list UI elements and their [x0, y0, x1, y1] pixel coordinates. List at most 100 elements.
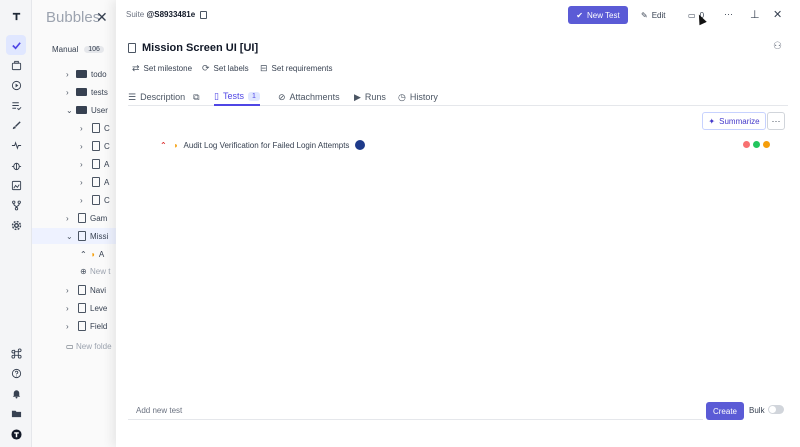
bulk-toggle[interactable]	[768, 405, 784, 414]
test-title[interactable]: Audit Log Verification for Failed Login …	[184, 141, 350, 150]
suite-id: @S8933481e	[146, 10, 196, 19]
chevron-right-icon[interactable]: ›	[66, 88, 76, 97]
edit-label: Edit	[651, 10, 666, 20]
tree-test-item[interactable]: ⌃ ◑ A	[80, 245, 104, 263]
branch-icon[interactable]	[6, 195, 26, 215]
chevron-right-icon[interactable]: ›	[80, 142, 90, 151]
check-icon: ✔	[576, 10, 583, 20]
chevron-down-icon[interactable]: ⌄	[66, 106, 76, 115]
copy-icon[interactable]: ⧉	[193, 92, 199, 103]
tab-tests[interactable]: ▯ Tests 1	[214, 88, 260, 106]
list-icon: ☰	[128, 91, 137, 102]
new-test-input[interactable]	[128, 402, 703, 420]
status-failed-icon	[743, 141, 750, 148]
paperclip-icon: ⊘	[278, 91, 286, 102]
suite-id-label: Suite @S8933481e	[126, 10, 195, 19]
tree-folder-item[interactable]: ⌄ User	[66, 101, 108, 119]
tree-folder-item[interactable]: › todo	[66, 65, 107, 83]
folder-icon[interactable]	[6, 403, 26, 423]
chevron-right-icon[interactable]: ›	[80, 178, 90, 187]
icon-rail	[0, 0, 32, 447]
chevron-right-icon[interactable]: ›	[80, 160, 90, 169]
tree-folder-item[interactable]: › tests	[66, 83, 108, 101]
file-icon	[78, 321, 86, 331]
tree-file-item[interactable]: › Gam	[66, 209, 107, 227]
new-test-button[interactable]: ✔ New Test	[568, 6, 628, 24]
tab-description[interactable]: ☰ Description ⧉	[128, 88, 200, 106]
edit-button[interactable]: ✎ Edit	[641, 6, 666, 24]
close-panel-icon[interactable]: ✕	[773, 8, 782, 21]
tab-attachments[interactable]: ⊘ Attachments	[278, 88, 340, 106]
set-milestone-label: Set milestone	[143, 64, 193, 73]
brush-icon[interactable]	[6, 115, 26, 135]
sparkle-icon: ✦	[708, 116, 716, 126]
pin-icon[interactable]: ⊥	[750, 8, 760, 21]
tree-file-item[interactable]: › C	[80, 119, 110, 137]
file-icon	[92, 123, 100, 133]
sidebar: Bubbles ✕ Manual 106 › todo › tests ⌄ Us…	[32, 0, 116, 447]
sidebar-close-icon[interactable]: ✕	[96, 9, 108, 26]
chevron-right-icon[interactable]: ›	[66, 286, 76, 295]
pulse-icon[interactable]	[6, 135, 26, 155]
bell-icon[interactable]	[6, 383, 26, 403]
test-row[interactable]: ⌃ ◑ Audit Log Verification for Failed Lo…	[160, 138, 366, 152]
tree-file-item[interactable]: › C	[80, 191, 110, 209]
assign-user-icon[interactable]: ⚇	[773, 41, 782, 52]
briefcase-icon[interactable]	[6, 55, 26, 75]
tab-label: Runs	[364, 92, 386, 102]
tab-label: Description	[140, 92, 186, 102]
chevron-right-icon[interactable]: ›	[66, 70, 76, 79]
tree-item-label: User	[91, 105, 108, 115]
chevron-right-icon[interactable]: ›	[66, 322, 76, 331]
chevron-right-icon[interactable]: ›	[66, 304, 76, 313]
tab-runs[interactable]: ▶ Runs	[354, 88, 386, 106]
chevron-right-icon[interactable]: ›	[80, 196, 90, 205]
create-button[interactable]: Create	[706, 402, 744, 420]
bug-icon[interactable]	[6, 155, 26, 175]
tree-file-item[interactable]: › A	[80, 173, 109, 191]
summarize-button[interactable]: ✦ Summarize	[702, 112, 766, 130]
tree-file-item[interactable]: › Field	[66, 317, 107, 335]
tree-file-item[interactable]: › Navi	[66, 281, 106, 299]
tab-label: Tests	[222, 91, 244, 101]
more-options-icon[interactable]: ···	[724, 9, 733, 19]
tree-item-label: Leve	[90, 303, 108, 313]
tree-file-item[interactable]: › A	[80, 155, 109, 173]
tests-check-icon[interactable]	[6, 35, 26, 55]
tab-label: Attachments	[289, 92, 340, 102]
command-icon[interactable]	[6, 343, 26, 363]
tests-more-button[interactable]: ···	[767, 112, 785, 130]
assignee-avatar[interactable]	[355, 140, 366, 150]
suite-prefix: Suite	[126, 10, 145, 19]
set-requirements-button[interactable]: ⊟ Set requirements	[260, 63, 332, 74]
tab-history[interactable]: ◷ History	[398, 88, 438, 106]
image-report-icon[interactable]	[6, 175, 26, 195]
list-check-icon[interactable]	[6, 95, 26, 115]
file-icon	[92, 195, 100, 205]
new-folder-link[interactable]: ▭ New folde	[66, 337, 112, 355]
file-icon	[78, 303, 86, 313]
settings-gear-icon[interactable]	[6, 215, 26, 235]
requirements-icon: ⊟	[260, 63, 268, 73]
play-circle-icon[interactable]	[6, 75, 26, 95]
tree-file-item-selected[interactable]: ⌄ Missi	[66, 227, 108, 245]
chevron-right-icon[interactable]: ›	[66, 214, 76, 223]
tree-file-item[interactable]: › Leve	[66, 299, 107, 317]
set-labels-button[interactable]: ⟳ Set labels	[202, 63, 249, 74]
file-icon	[78, 213, 86, 223]
tree-item-label: todo	[91, 69, 107, 79]
play-icon: ▶	[354, 91, 361, 102]
chevron-right-icon[interactable]: ›	[80, 124, 90, 133]
manual-filter[interactable]: Manual 106	[52, 40, 104, 58]
file-icon	[92, 177, 100, 187]
tree-item-label: C	[104, 195, 110, 205]
help-icon[interactable]	[6, 363, 26, 383]
profile-logo-icon[interactable]	[6, 424, 26, 444]
tree-item-label: Missi	[90, 231, 109, 241]
copy-icon[interactable]	[200, 11, 207, 19]
tree-file-item[interactable]: › C	[80, 137, 110, 155]
logo-icon[interactable]	[6, 6, 26, 26]
new-test-link[interactable]: ⊕ New t	[80, 262, 110, 280]
chevron-down-icon[interactable]: ⌄	[66, 232, 76, 241]
set-milestone-button[interactable]: ⇄ Set milestone	[132, 63, 192, 74]
